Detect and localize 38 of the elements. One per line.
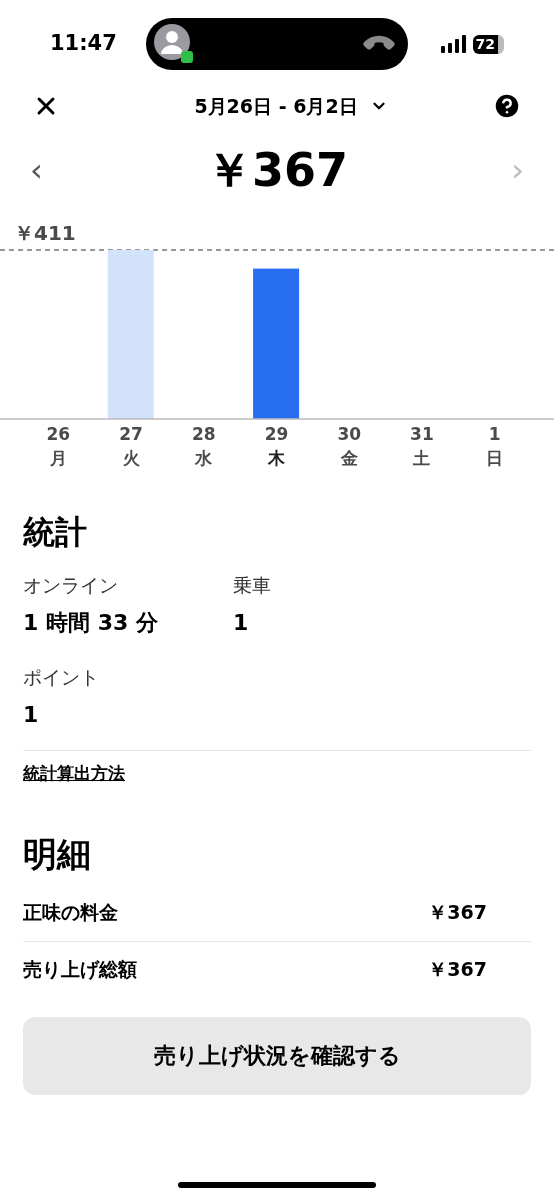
stats-method-link[interactable]: 統計算出方法 <box>23 763 125 783</box>
weekday-label: 月 <box>49 447 67 470</box>
stat-label: 乗車 <box>233 573 272 598</box>
day-label: 30 <box>337 423 362 446</box>
stat-value: 1 時間 33 分 <box>23 609 159 637</box>
help-icon[interactable] <box>492 91 522 121</box>
check-sales-button[interactable]: 売り上げ状況を確認する <box>23 1016 531 1095</box>
weekday-label: 木 <box>268 447 285 470</box>
status-time: 11:47 <box>50 30 118 58</box>
weekday-label: 金 <box>340 447 358 470</box>
section-title: 統計 <box>23 512 88 552</box>
stat-label: ポイント <box>23 665 100 690</box>
day-label: 26 <box>46 423 71 446</box>
stat-value: 1 <box>23 701 40 729</box>
day-label: 1 <box>488 423 501 446</box>
section-title: 明細 <box>23 832 92 875</box>
date-range-selector[interactable]: 5月26日 - 6月2日 <box>194 91 388 121</box>
weekday-label: 土 <box>413 447 431 470</box>
avatar-icon <box>154 24 194 64</box>
stat-value: 1 <box>233 609 250 637</box>
signal-icon <box>440 35 467 53</box>
battery-indicator: 72 <box>472 34 504 54</box>
stat-label: オンライン <box>23 573 119 598</box>
detail-amount: ￥367 <box>428 900 487 926</box>
day-label: 31 <box>410 423 434 446</box>
total-earnings: ￥367 <box>206 141 348 199</box>
weekday-label: 水 <box>195 447 213 470</box>
detail-amount: ￥367 <box>428 956 487 982</box>
previous-week-button[interactable]: ‹ <box>30 146 43 194</box>
weekday-label: 火 <box>122 447 140 470</box>
weekday-label: 日 <box>486 447 504 470</box>
axis-label: ￥411 <box>14 221 76 245</box>
detail-label: 正味の料金 <box>23 900 118 926</box>
day-label: 28 <box>191 423 216 446</box>
detail-label: 売り上げ総額 <box>23 956 137 982</box>
bar[interactable] <box>253 268 300 419</box>
day-label: 29 <box>264 423 289 446</box>
day-label: 27 <box>119 423 143 446</box>
